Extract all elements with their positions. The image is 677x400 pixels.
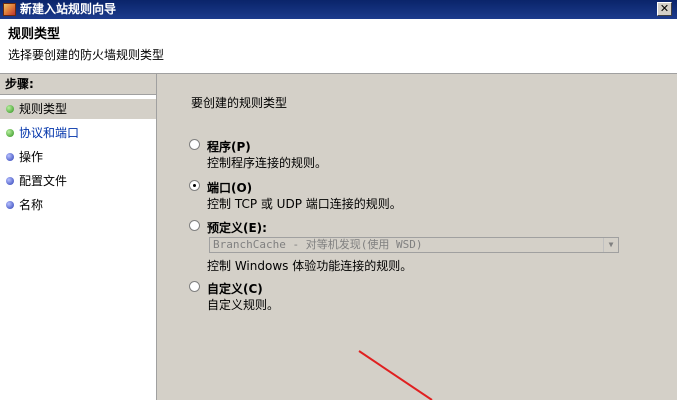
- step-protocol-ports[interactable]: 协议和端口: [0, 123, 156, 143]
- wizard-header: 规则类型 选择要创建的防火墙规则类型: [0, 19, 677, 74]
- page-subtitle: 选择要创建的防火墙规则类型: [8, 48, 165, 62]
- step-label: 操作: [19, 150, 44, 164]
- title-bar: 新建入站规则向导 ✕: [0, 0, 677, 19]
- firewall-app-icon: [3, 3, 16, 16]
- step-action[interactable]: 操作: [0, 147, 156, 167]
- close-button[interactable]: ✕: [657, 2, 672, 16]
- step-label: 配置文件: [19, 174, 68, 188]
- steps-header: 步骤:: [0, 74, 156, 95]
- step-name[interactable]: 名称: [0, 195, 156, 215]
- step-label: 协议和端口: [19, 126, 80, 140]
- red-annotation-arrow-icon: [358, 350, 433, 400]
- green-bullet-icon: [6, 105, 14, 113]
- step-label: 名称: [19, 198, 44, 212]
- step-rule-type[interactable]: 规则类型: [0, 99, 156, 119]
- window-title: 新建入站规则向导: [20, 2, 117, 16]
- green-bullet-icon: [6, 129, 14, 137]
- blue-bullet-icon: [6, 201, 14, 209]
- main-panel: 要创建的规则类型 程序(P) 控制程序连接的规则。 端口(O) 控制 TCP 或…: [157, 74, 677, 400]
- steps-sidebar: 步骤: 规则类型 协议和端口 操作 配置文件 名称: [0, 74, 157, 400]
- blue-bullet-icon: [6, 177, 14, 185]
- step-profile[interactable]: 配置文件: [0, 171, 156, 191]
- blue-bullet-icon: [6, 153, 14, 161]
- step-label: 规则类型: [19, 102, 68, 116]
- page-title: 规则类型: [8, 27, 61, 42]
